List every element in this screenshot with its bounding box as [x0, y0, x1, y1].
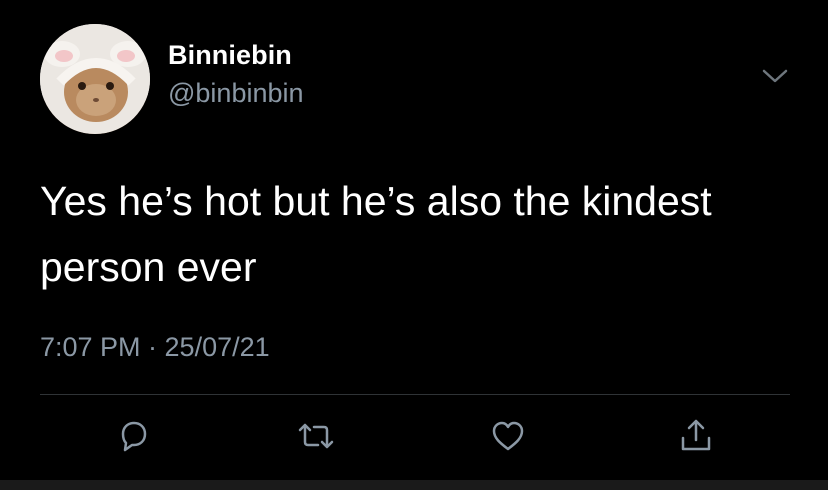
bottom-edge	[0, 480, 828, 490]
share-button[interactable]	[676, 416, 716, 456]
chevron-down-icon[interactable]	[760, 66, 790, 86]
reply-button[interactable]	[113, 416, 153, 456]
user-handle[interactable]: @binbinbin	[168, 78, 304, 109]
divider	[40, 394, 790, 395]
heart-icon	[488, 416, 528, 456]
share-icon	[676, 416, 716, 456]
like-button[interactable]	[488, 416, 528, 456]
reply-icon	[113, 416, 153, 456]
tweet-card: Binniebin @binbinbin Yes he’s hot but he…	[0, 0, 828, 490]
display-name[interactable]: Binniebin	[168, 40, 292, 71]
tweet-timestamp[interactable]: 7:07 PM · 25/07/21	[40, 332, 270, 363]
avatar[interactable]	[40, 24, 150, 134]
retweet-button[interactable]	[296, 416, 336, 456]
tweet-text: Yes he’s hot but he’s also the kindest p…	[40, 178, 712, 290]
retweet-icon	[296, 416, 336, 456]
